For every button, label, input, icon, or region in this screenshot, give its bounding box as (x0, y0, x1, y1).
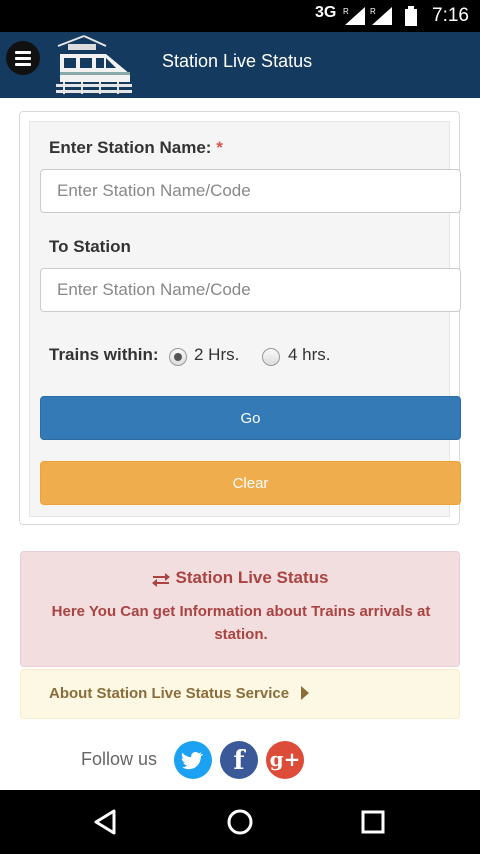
to-station-input[interactable] (40, 268, 461, 312)
radio-4-hrs[interactable] (262, 348, 280, 366)
about-service-label: About Station Live Status Service (49, 685, 290, 702)
station-label-text: Enter Station Name: (49, 138, 212, 157)
radio-2-hrs-label[interactable]: 2 Hrs. (194, 345, 239, 365)
info-text: Here You Can get Information about Train… (51, 603, 431, 643)
clock: 7:16 (432, 5, 469, 26)
google-plus-icon[interactable]: g+ (266, 741, 304, 779)
app-header: Station Live Status (0, 32, 480, 98)
status-bar: 3G R R 7:16 (0, 0, 480, 32)
radio-2-hrs[interactable] (169, 348, 187, 366)
twitter-icon[interactable] (174, 741, 212, 779)
signal-icon: R (370, 6, 394, 26)
go-button[interactable]: Go (40, 396, 461, 440)
search-form-panel: Enter Station Name: * To Station Trains … (19, 111, 461, 525)
svg-text:R: R (343, 7, 349, 16)
exchange-icon (151, 572, 171, 587)
to-station-label: To Station (49, 237, 131, 256)
hamburger-icon[interactable] (6, 41, 40, 75)
clear-button[interactable]: Clear (40, 461, 461, 505)
info-title-text: Station Live Status (175, 568, 329, 587)
page-title: Station Live Status (162, 51, 313, 71)
train-icon (54, 34, 134, 96)
trains-within-label: Trains within: (49, 345, 159, 364)
caret-right-icon (301, 686, 309, 700)
search-form: Enter Station Name: * To Station Trains … (29, 121, 461, 517)
svg-text:R: R (370, 7, 376, 16)
home-icon[interactable] (224, 806, 256, 838)
facebook-icon[interactable]: f (220, 741, 258, 779)
about-service-link[interactable]: About Station Live Status Service (20, 669, 460, 719)
info-title: Station Live Status (21, 568, 459, 588)
radio-4-hrs-label[interactable]: 4 hrs. (288, 345, 331, 365)
back-icon[interactable] (90, 806, 122, 838)
recents-icon[interactable] (357, 806, 389, 838)
follow-us-label: Follow us (81, 749, 158, 769)
network-type: 3G (315, 4, 337, 21)
system-nav-bar (0, 790, 480, 854)
required-marker: * (216, 138, 223, 157)
station-name-input[interactable] (40, 169, 461, 213)
info-alert: Station Live Status Here You Can get Inf… (20, 551, 460, 667)
signal-icon: R (343, 6, 367, 26)
battery-icon (404, 6, 418, 26)
station-label: Enter Station Name: * (49, 138, 223, 158)
